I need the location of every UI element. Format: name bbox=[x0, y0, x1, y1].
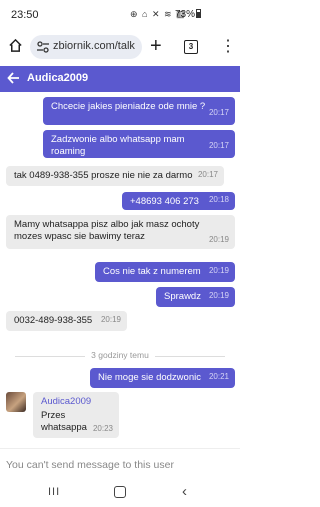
system-nav-bar: III ‹ bbox=[0, 478, 240, 507]
back-icon[interactable]: ‹ bbox=[182, 483, 187, 500]
message-bubble-incoming: Audica2009 Przes whatsappa 20:23 bbox=[33, 392, 119, 438]
message-text: +48693 406 273 bbox=[130, 196, 199, 207]
more-menu-icon[interactable]: ⋮ bbox=[220, 38, 236, 56]
message-bubble-outgoing: +48693 406 273 20:18 bbox=[122, 192, 235, 210]
status-time: 23:50 bbox=[11, 9, 39, 21]
message-time: 20:19 bbox=[208, 235, 229, 244]
message-bubble-incoming: 0032-489-938-355 20:19 bbox=[6, 311, 127, 331]
message-bubble-outgoing: Cos nie tak z numerem 20:19 bbox=[95, 262, 235, 282]
message-time: 20:18 bbox=[208, 195, 229, 204]
message-bubble-outgoing: Chcecie jakies pieniadze ode mnie ? 20:1… bbox=[43, 97, 235, 125]
message-bubble-incoming: tak 0489-938-355 prosze nie nie za darmo… bbox=[6, 166, 224, 186]
message-text: Mamy whatsappa pisz albo jak masz ochoty… bbox=[14, 219, 200, 242]
home-button-icon[interactable] bbox=[114, 486, 126, 498]
url-text[interactable]: zbiornik.com/talk bbox=[53, 40, 139, 52]
message-text: 0032-489-938-355 bbox=[14, 315, 93, 326]
cannot-send-message: You can't send message to this user bbox=[6, 459, 174, 471]
battery-indicator: 73% bbox=[175, 9, 202, 20]
message-bubble-outgoing: Nie moge sie dodzwonic 20:21 bbox=[90, 368, 235, 388]
message-time: 20:23 bbox=[92, 424, 113, 433]
message-text: Chcecie jakies pieniadze ode mnie ? bbox=[51, 101, 206, 112]
message-time: 20:17 bbox=[208, 108, 229, 117]
message-text: Cos nie tak z numerem bbox=[103, 266, 201, 277]
site-settings-icon[interactable] bbox=[36, 40, 50, 54]
message-text: tak 0489-938-355 prosze nie nie za darmo bbox=[14, 170, 193, 181]
time-divider: 3 godziny temu bbox=[15, 350, 225, 362]
message-sender-name[interactable]: Audica2009 bbox=[41, 396, 111, 408]
contact-avatar[interactable] bbox=[6, 392, 26, 412]
message-time: 20:19 bbox=[100, 315, 121, 324]
chat-contact-name[interactable]: Audica2009 bbox=[27, 72, 88, 84]
browser-toolbar: zbiornik.com/talk + 3 ⋮ bbox=[0, 30, 240, 64]
message-time: 20:17 bbox=[197, 170, 218, 179]
divider-line-left bbox=[15, 356, 85, 357]
new-tab-icon[interactable]: + bbox=[150, 35, 162, 57]
message-time: 20:21 bbox=[208, 372, 229, 381]
message-text: Nie moge sie dodzwonic bbox=[98, 372, 201, 383]
message-text: Przes whatsappa bbox=[41, 410, 87, 433]
message-bubble-outgoing: Sprawdz 20:19 bbox=[156, 287, 235, 307]
back-arrow-icon[interactable] bbox=[7, 71, 21, 85]
message-text: Zadzwonie albo whatsapp mam roaming bbox=[51, 134, 185, 157]
message-thread[interactable]: Chcecie jakies pieniadze ode mnie ? 20:1… bbox=[0, 92, 240, 448]
message-time: 20:19 bbox=[208, 291, 229, 300]
recents-icon[interactable]: III bbox=[48, 486, 60, 498]
divider-label: 3 godziny temu bbox=[91, 350, 149, 360]
message-bubble-outgoing: Zadzwonie albo whatsapp mam roaming 20:1… bbox=[43, 130, 235, 158]
home-icon[interactable] bbox=[8, 38, 23, 53]
message-time: 20:17 bbox=[208, 141, 229, 150]
tab-switcher-button[interactable]: 3 bbox=[184, 40, 198, 54]
message-time: 20:19 bbox=[208, 266, 229, 275]
message-bubble-incoming: Mamy whatsappa pisz albo jak masz ochoty… bbox=[6, 215, 235, 249]
status-bar: 23:50 ⊕ ⌂ ✕ ≋ ▥ 73% bbox=[0, 0, 240, 30]
battery-level: 73% bbox=[175, 9, 196, 20]
battery-icon bbox=[196, 9, 202, 18]
message-text: Sprawdz bbox=[164, 291, 201, 302]
composer-disabled-notice: You can't send message to this user bbox=[0, 448, 240, 478]
chat-header: Audica2009 bbox=[0, 66, 240, 92]
address-bar[interactable]: zbiornik.com/talk bbox=[30, 35, 142, 59]
divider-line-right bbox=[155, 356, 225, 357]
